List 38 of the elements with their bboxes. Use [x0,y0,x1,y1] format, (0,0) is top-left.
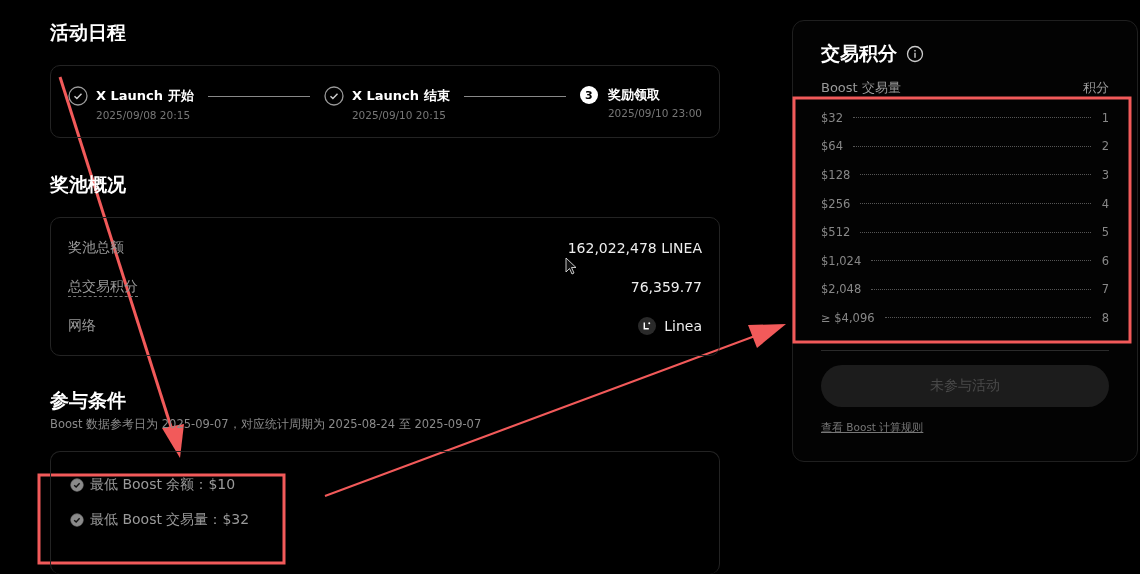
points-cell: 6 [1101,253,1109,268]
info-icon[interactable] [906,45,924,63]
points-cell: 1 [1101,110,1109,125]
step-label: X Launch 开始 [96,87,194,105]
network-logo-icon [638,317,657,336]
column-header: 积分 [1083,79,1109,97]
condition-text: 最低 Boost 余额：$10 [90,475,236,494]
volume-cell: $2,048 [821,282,862,297]
column-header: Boost 交易量 [821,79,901,97]
step-time: 2025/09/10 20:15 [351,109,448,121]
step-time: 2025/09/10 23:00 [607,107,702,119]
mouse-cursor-icon [565,257,577,275]
points-cell: 8 [1101,310,1109,325]
volume-cell: $1,024 [821,253,862,268]
volume-cell: $512 [821,225,851,240]
row-label: 网络 [68,317,96,336]
volume-cell: ≥ $4,096 [821,310,875,325]
section-title: 参与条件 [50,387,127,413]
step-label: X Launch 结束 [351,87,450,105]
row-value: 162,022,478 LINEA [567,240,702,257]
points-cell: 7 [1101,282,1109,297]
points-cell: 5 [1101,225,1109,240]
condition-text: 最低 Boost 交易量：$32 [90,510,250,529]
rules-link[interactable]: 查看 Boost 计算规则 [821,420,924,435]
points-cell: 2 [1101,139,1109,154]
row-value: 76,359.77 [630,279,702,296]
card-title: 交易积分 [821,41,897,66]
row-value: Linea [664,318,702,335]
points-cell: 3 [1101,168,1109,182]
volume-cell: $256 [821,196,851,211]
volume-cell: $64 [821,139,843,154]
volume-cell: $128 [821,168,851,182]
points-cell: 4 [1101,196,1109,211]
step-label: 奖励领取 [607,86,660,104]
section-title: 活动日程 [50,20,127,45]
step-number: 3 [579,86,598,104]
step-time: 2025/09/08 20:15 [96,109,192,121]
volume-cell: $32 [821,110,843,125]
